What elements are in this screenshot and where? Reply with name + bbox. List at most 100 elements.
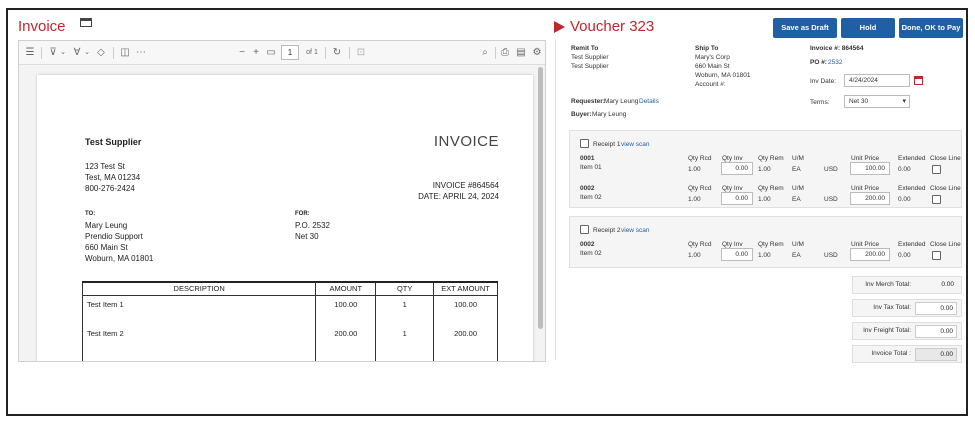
- invoice-number: INVOICE #864564: [432, 181, 499, 190]
- terms-select[interactable]: Net 30: [844, 95, 910, 108]
- zoom-out-icon[interactable]: −: [237, 46, 247, 60]
- buyer-label: Buyer:: [571, 111, 592, 118]
- qty-rem-value: 1.00: [758, 252, 771, 259]
- page-width-icon[interactable]: ⊡: [355, 46, 367, 60]
- inv-date-label: Inv Date:: [810, 78, 837, 85]
- qty-rcd-header: Qty Rcd: [688, 241, 712, 248]
- supplier-address-line: 123 Test St: [85, 162, 125, 171]
- hold-button[interactable]: Hold: [841, 18, 895, 38]
- done-ok-to-pay-button[interactable]: Done, OK to Pay: [899, 18, 963, 38]
- receipt-checkbox[interactable]: [580, 139, 589, 148]
- page-count: of 1: [306, 49, 318, 56]
- supplier-address-line: Test, MA 01234: [85, 173, 141, 182]
- line-code: 0002: [580, 241, 595, 248]
- draw-icon[interactable]: ∀: [71, 46, 83, 60]
- chevron-down-icon[interactable]: ⌄: [83, 46, 91, 60]
- item-amount: 200.00: [315, 325, 377, 355]
- print-icon[interactable]: ⎙: [499, 46, 511, 60]
- close-line-checkbox[interactable]: [932, 251, 941, 260]
- page-view-icon[interactable]: ◫: [119, 46, 131, 60]
- close-line-header: Close Line: [930, 185, 961, 192]
- unit-price-input[interactable]: 100.00: [850, 162, 890, 175]
- close-line-header: Close Line: [930, 155, 961, 162]
- chevron-down-icon[interactable]: ⌄: [59, 46, 67, 60]
- calendar-icon[interactable]: [914, 76, 923, 85]
- col-description: DESCRIPTION: [81, 281, 317, 296]
- item-amount: 100.00: [315, 295, 377, 325]
- extended-value: 0.00: [898, 196, 911, 203]
- page-number-input[interactable]: 1: [281, 45, 299, 60]
- inv-tax-total: Inv Tax Total: 0.00: [852, 299, 962, 317]
- ship-to-line: Woburn, MA 01801: [695, 72, 751, 79]
- receipt-checkbox[interactable]: [580, 225, 589, 234]
- account-number: Account #:: [695, 81, 726, 88]
- receipt-panel: Receipt 2 view scan 0002 Item 02 Qty Rcd…: [569, 216, 962, 268]
- qty-rem-header: Qty Rem: [758, 185, 784, 192]
- pdf-scrollbar[interactable]: [538, 67, 543, 329]
- rotate-icon[interactable]: ↻: [331, 46, 343, 60]
- invoice-heading: INVOICE: [433, 133, 499, 150]
- qty-rem-value: 1.00: [758, 166, 771, 173]
- ship-to-label: Ship To: [695, 45, 719, 52]
- ship-to-line: Mary's Corp: [695, 54, 730, 61]
- details-link[interactable]: Details: [639, 97, 659, 106]
- invoice-pane-title: Invoice: [18, 18, 66, 35]
- invoice-page: Test Supplier 123 Test St Test, MA 01234…: [37, 75, 533, 361]
- view-scan-link[interactable]: view scan: [621, 226, 650, 235]
- unit-price-input[interactable]: 200.00: [850, 248, 890, 261]
- pane-divider: [555, 40, 556, 360]
- qty-rcd-value: 1.00: [688, 252, 701, 259]
- save-as-draft-button[interactable]: Save as Draft: [773, 18, 837, 38]
- view-scan-link[interactable]: view scan: [621, 140, 650, 149]
- more-icon[interactable]: ⋯: [135, 46, 147, 60]
- receipt-label: Receipt 1: [593, 141, 621, 148]
- qty-inv-input[interactable]: 0.00: [721, 248, 753, 261]
- item-qty: 1: [375, 325, 435, 355]
- zoom-in-icon[interactable]: +: [251, 46, 261, 60]
- for-label: FOR:: [295, 211, 310, 217]
- qty-inv-input[interactable]: 0.00: [721, 192, 753, 205]
- search-icon[interactable]: ⌕: [479, 46, 491, 60]
- col-qty: QTY: [375, 281, 435, 296]
- line-item: Item 01: [580, 164, 602, 171]
- qty-inv-input[interactable]: 0.00: [721, 162, 753, 175]
- item-ext-amount: 100.00: [433, 295, 498, 325]
- table-row: Test Item 1 100.00 1 100.00: [81, 295, 498, 325]
- highlight-icon[interactable]: ⊽: [47, 46, 59, 60]
- settings-icon[interactable]: ⚙: [531, 46, 543, 60]
- to-line: Woburn, MA 01801: [85, 254, 154, 263]
- tax-total-input[interactable]: 0.00: [915, 302, 957, 315]
- item-ext-amount: 200.00: [433, 325, 498, 355]
- inv-merch-total: Inv Merch Total: 0.00: [852, 276, 962, 294]
- to-line: Mary Leung: [85, 221, 128, 230]
- save-icon[interactable]: ▤: [515, 46, 527, 60]
- thumbnails-icon[interactable]: ☰: [25, 46, 35, 60]
- inv-date-input[interactable]: 4/24/2024: [844, 74, 910, 87]
- currency: USD: [824, 196, 838, 203]
- popout-window-icon[interactable]: [80, 18, 92, 27]
- freight-total-input[interactable]: 0.00: [915, 325, 957, 338]
- ship-to-line: 660 Main St: [695, 63, 730, 70]
- table-row: [81, 355, 498, 361]
- unit-price-input[interactable]: 200.00: [850, 192, 890, 205]
- invoice-items-table: DESCRIPTION AMOUNT QTY EXT AMOUNT Test I…: [81, 281, 498, 361]
- eraser-icon[interactable]: ◇: [95, 46, 107, 60]
- qty-rcd-header: Qty Rcd: [688, 185, 712, 192]
- for-line: P.O. 2532: [295, 221, 330, 230]
- fit-page-icon[interactable]: ▭: [265, 46, 277, 60]
- close-line-checkbox[interactable]: [932, 195, 941, 204]
- uom-value: EA: [792, 252, 801, 259]
- requester-label: Requester:: [571, 98, 605, 105]
- qty-rcd-header: Qty Rcd: [688, 155, 712, 162]
- requester-value: Mary Leung: [604, 98, 639, 105]
- line-item: Item 02: [580, 194, 602, 201]
- close-line-checkbox[interactable]: [932, 165, 941, 174]
- extended-header: Extended: [898, 241, 926, 248]
- qty-rcd-value: 1.00: [688, 166, 701, 173]
- extended-header: Extended: [898, 155, 926, 162]
- po-link[interactable]: 2532: [828, 58, 842, 67]
- buyer-value: Mary Leung: [592, 111, 627, 118]
- invoice-total: Invoice Total : 0.00: [852, 345, 962, 363]
- currency: USD: [824, 252, 838, 259]
- inv-freight-total: Inv Freight Total: 0.00: [852, 322, 962, 340]
